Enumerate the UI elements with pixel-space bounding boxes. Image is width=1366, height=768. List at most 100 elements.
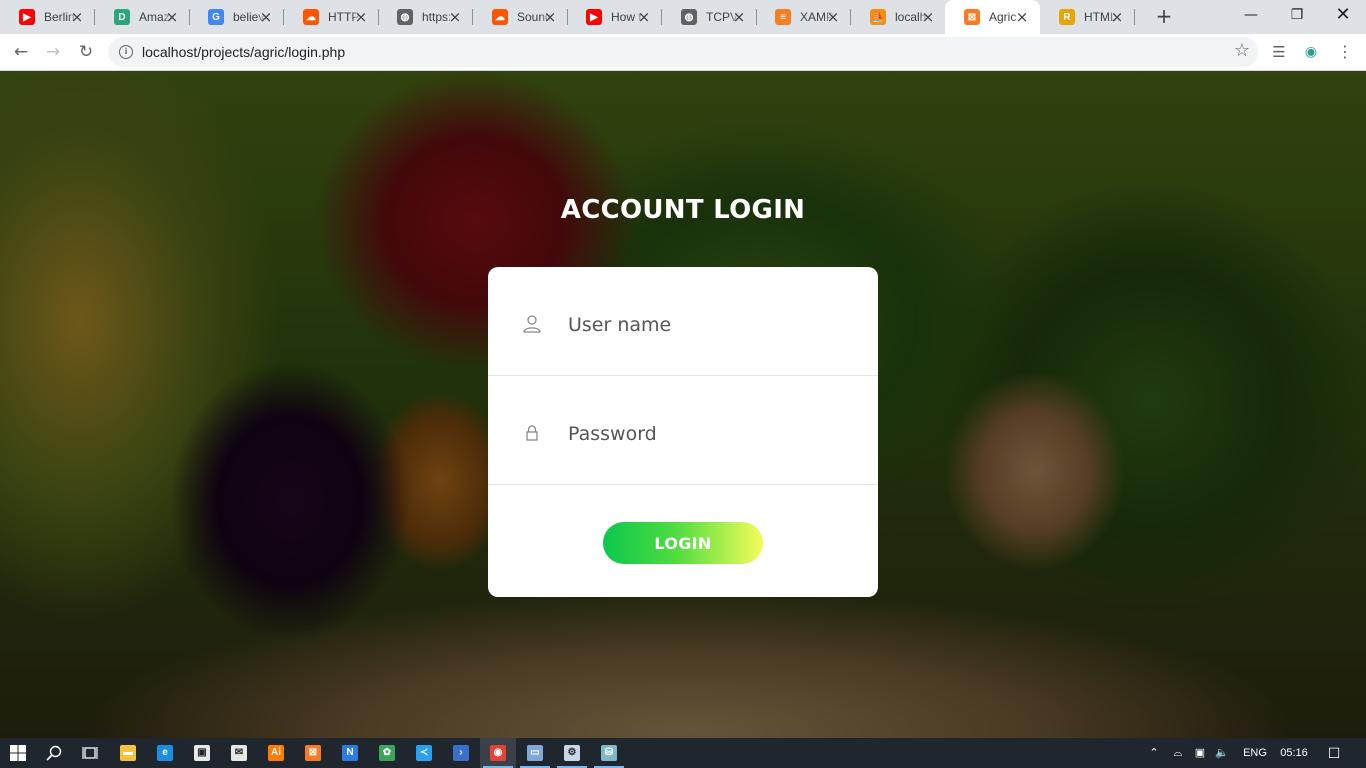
powershell-icon: › <box>453 745 469 761</box>
clock[interactable]: 05:16 <box>1276 738 1312 768</box>
profile-avatar[interactable]: ◉ <box>1298 39 1324 65</box>
password-input[interactable] <box>568 414 848 454</box>
search-button[interactable] <box>36 738 72 768</box>
browser-tab-7[interactable]: ▶ How t × <box>567 0 662 34</box>
browser-tab-10[interactable]: ⛵ localh × <box>851 0 946 34</box>
tab-close-icon[interactable]: × <box>164 9 180 25</box>
battery-icon[interactable]: ▣ <box>1190 738 1210 768</box>
taskbar-app-mail[interactable]: ✉ <box>221 738 257 768</box>
username-row <box>488 267 878 376</box>
login-form: LOGIN <box>488 267 878 597</box>
browser-tab-11[interactable]: ⊠ Agric × <box>945 0 1040 34</box>
tab-close-icon[interactable]: × <box>920 9 936 25</box>
taskbar-app-vscode[interactable]: ≺ <box>406 738 442 768</box>
tab-close-icon[interactable]: × <box>258 9 274 25</box>
show-hidden-icons-chevron-icon[interactable]: ⌃ <box>1144 738 1164 768</box>
browser-tab-6[interactable]: ☁ Sound × <box>473 0 568 34</box>
search-icon <box>46 745 62 761</box>
edge-icon: e <box>157 745 173 761</box>
taskbar-app-file-explorer[interactable]: ▬ <box>110 738 146 768</box>
notifications-icon[interactable]: ☐ <box>1320 738 1348 768</box>
mail-icon: ✉ <box>231 745 247 761</box>
tab-close-icon[interactable]: × <box>447 9 463 25</box>
tab-close-icon[interactable]: × <box>731 9 747 25</box>
tab-close-icon[interactable]: × <box>825 9 841 25</box>
browser-tab-1[interactable]: ▶ Berlin × <box>0 0 95 34</box>
info-icon[interactable]: i <box>119 45 133 59</box>
browser-tab-9[interactable]: ≡ XAMP × <box>756 0 851 34</box>
new-tab-button[interactable]: + <box>1152 5 1176 29</box>
browser-tab-12[interactable]: R HTML × <box>1040 0 1135 34</box>
taskbar-app-powershell[interactable]: › <box>443 738 479 768</box>
settings-gear-icon: ⚙ <box>564 745 580 761</box>
page-title: ACCOUNT LOGIN <box>560 195 806 225</box>
tab-close-icon[interactable]: × <box>353 9 369 25</box>
browser-toolbar: ← → ↻ i localhost/projects/agric/login.p… <box>0 34 1366 71</box>
reading-list-icon[interactable]: ☰ <box>1266 39 1292 65</box>
taskbar-app-settings-gear[interactable]: ⚙ <box>554 738 590 768</box>
taskbar-app-uploader[interactable]: ⛁ <box>591 738 627 768</box>
browser-tab-2[interactable]: DAmazon× <box>95 0 190 34</box>
taskbar-app-xampp[interactable]: ⊠ <box>295 738 331 768</box>
username-input[interactable] <box>568 305 848 345</box>
browser-tab-5[interactable]: ◍ https: × <box>378 0 473 34</box>
tab-close-icon[interactable]: × <box>1014 9 1030 25</box>
windows-taskbar: ▬ e ▣ ✉ Ai ⊠ N ✿ ≺ › ◉ ▭ ⚙ ⛁ ⌃ ⌓ ▣ 🔈 ENG 05:16 ☐ <box>0 738 1366 768</box>
taskbar-app-network[interactable]: ✿ <box>369 738 405 768</box>
forward-button[interactable]: → <box>40 39 66 65</box>
chrome-icon: ◉ <box>490 745 506 761</box>
browser-tab-3[interactable]: Gbelieve× <box>189 0 284 34</box>
tab-close-icon[interactable]: × <box>542 9 558 25</box>
start-button[interactable] <box>0 738 36 768</box>
soundcloud-icon: ☁ <box>492 9 508 25</box>
network-icon: ✿ <box>379 745 395 761</box>
taskbar-app-store[interactable]: ▣ <box>184 738 220 768</box>
globe-icon: ◍ <box>681 9 697 25</box>
back-button[interactable]: ← <box>8 39 34 65</box>
tab-separator <box>1134 9 1135 25</box>
browser-tab-4[interactable]: ☁ HTTP × <box>284 0 379 34</box>
tab-close-icon[interactable]: × <box>636 9 652 25</box>
wifi-icon[interactable]: ⌓ <box>1168 738 1188 768</box>
tab-close-icon[interactable]: × <box>1109 9 1125 25</box>
restore-button[interactable]: ❐ <box>1274 0 1320 30</box>
address-bar[interactable]: i localhost/projects/agric/login.php ☆ <box>108 37 1258 67</box>
xampp-icon: ⊠ <box>964 9 980 25</box>
youtube-icon: ▶ <box>19 9 35 25</box>
taskbar-app-chrome[interactable]: ◉ <box>480 738 516 768</box>
page-viewport: ACCOUNT LOGIN LOGIN <box>0 71 1366 738</box>
reload-button[interactable]: ↻ <box>73 39 99 65</box>
task-view-icon <box>82 747 98 759</box>
menu-kebab-icon[interactable]: ⋮ <box>1332 39 1358 65</box>
youtube-icon: ▶ <box>586 9 602 25</box>
d-letter-icon: D <box>114 9 130 25</box>
bookmark-star-icon[interactable]: ☆ <box>1234 40 1250 61</box>
soundcloud-icon: ☁ <box>303 9 319 25</box>
minimize-button[interactable]: — <box>1228 0 1274 30</box>
taskbar-app-remote-desktop[interactable]: ▭ <box>517 738 553 768</box>
xampp-icon: ⊠ <box>305 745 321 761</box>
windows-logo-icon <box>10 745 26 761</box>
lock-icon <box>526 425 538 441</box>
file-explorer-icon: ▬ <box>120 745 136 761</box>
globe-icon: ◍ <box>397 9 413 25</box>
input-language[interactable]: ENG <box>1236 738 1274 768</box>
password-row <box>488 376 878 485</box>
address-url: localhost/projects/agric/login.php <box>142 44 346 60</box>
r-letter-icon: R <box>1059 9 1075 25</box>
user-icon <box>523 315 541 333</box>
store-icon: ▣ <box>194 745 210 761</box>
tab-close-icon[interactable]: × <box>69 9 85 25</box>
taskbar-app-notepad[interactable]: N <box>332 738 368 768</box>
login-button[interactable]: LOGIN <box>603 522 763 564</box>
volume-icon[interactable]: 🔈 <box>1212 738 1232 768</box>
notepad-icon: N <box>342 745 358 761</box>
taskbar-app-edge[interactable]: e <box>147 738 183 768</box>
taskbar-app-illustrator[interactable]: Ai <box>258 738 294 768</box>
task-view-button[interactable] <box>72 738 108 768</box>
remote-desktop-icon: ▭ <box>527 745 543 761</box>
vscode-icon: ≺ <box>416 745 432 761</box>
uploader-icon: ⛁ <box>601 745 617 761</box>
close-window-button[interactable]: ✕ <box>1320 0 1366 30</box>
browser-tab-8[interactable]: ◍ TCPVi × <box>662 0 757 34</box>
